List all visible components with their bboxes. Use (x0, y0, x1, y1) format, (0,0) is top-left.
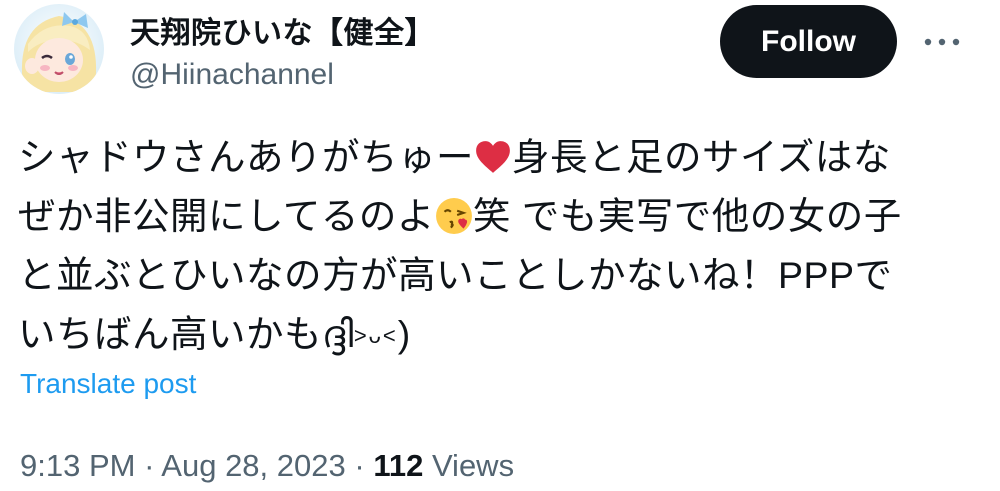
kaomoji-part: ദ്ദി (322, 313, 354, 355)
views-count[interactable]: 112 (373, 448, 423, 483)
translate-post-link[interactable]: Translate post (20, 368, 196, 400)
tweet-line-4: いちばん高いかもദ്ദി˃ᴗ˂) (18, 305, 978, 365)
more-dots-icon (924, 38, 960, 46)
text-fragment: ぜか非公開にしてるのよ (18, 195, 435, 237)
follow-button[interactable]: Follow (720, 5, 897, 78)
text-fragment: 笑 でも実写で他の女の子 (472, 195, 902, 237)
text-fragment: 身長と足のサイズはな (512, 136, 891, 178)
avatar[interactable] (14, 4, 104, 94)
text-fragment: シャドウさんありがちゅー (18, 136, 474, 178)
text-fragment: いちばん高いかも (18, 313, 322, 355)
tweet-line-2: ぜか非公開にしてるのよ笑 でも実写で他の女の子 (18, 187, 978, 246)
author-display-name[interactable]: 天翔院ひいな【健全】 (130, 8, 435, 52)
tweet-line-3: と並ぶとひいなの方が高いことしかないね！PPPで (18, 254, 893, 296)
meta-separator: · (135, 448, 162, 483)
tweet-metadata: 9:13 PM · Aug 28, 2023 · 112 Views (20, 448, 514, 484)
kaomoji-close: ) (397, 313, 411, 355)
tweet-text: シャドウさんありがちゅー 身長と足のサイズはな ぜか非公開にしてるのよ笑 でも実写… (18, 128, 978, 365)
tweet-card: 天翔院ひいな【健全】 @Hiinachannel Follow シャドウさんあり… (0, 0, 1000, 491)
views-label: Views (423, 448, 515, 483)
red-heart-icon (476, 141, 510, 173)
author-handle[interactable]: @Hiinachannel (130, 58, 334, 92)
tweet-line-1: シャドウさんありがちゅー 身長と足のサイズはな (18, 128, 978, 187)
face-blowing-kiss-icon (435, 198, 472, 234)
meta-separator: · (345, 448, 374, 483)
post-time[interactable]: 9:13 PM (20, 448, 135, 483)
more-options-button[interactable] (912, 22, 972, 62)
avatar-image (14, 4, 104, 94)
post-date[interactable]: Aug 28, 2023 (161, 448, 345, 483)
kaomoji-face: ˃ᴗ˂ (353, 323, 398, 348)
